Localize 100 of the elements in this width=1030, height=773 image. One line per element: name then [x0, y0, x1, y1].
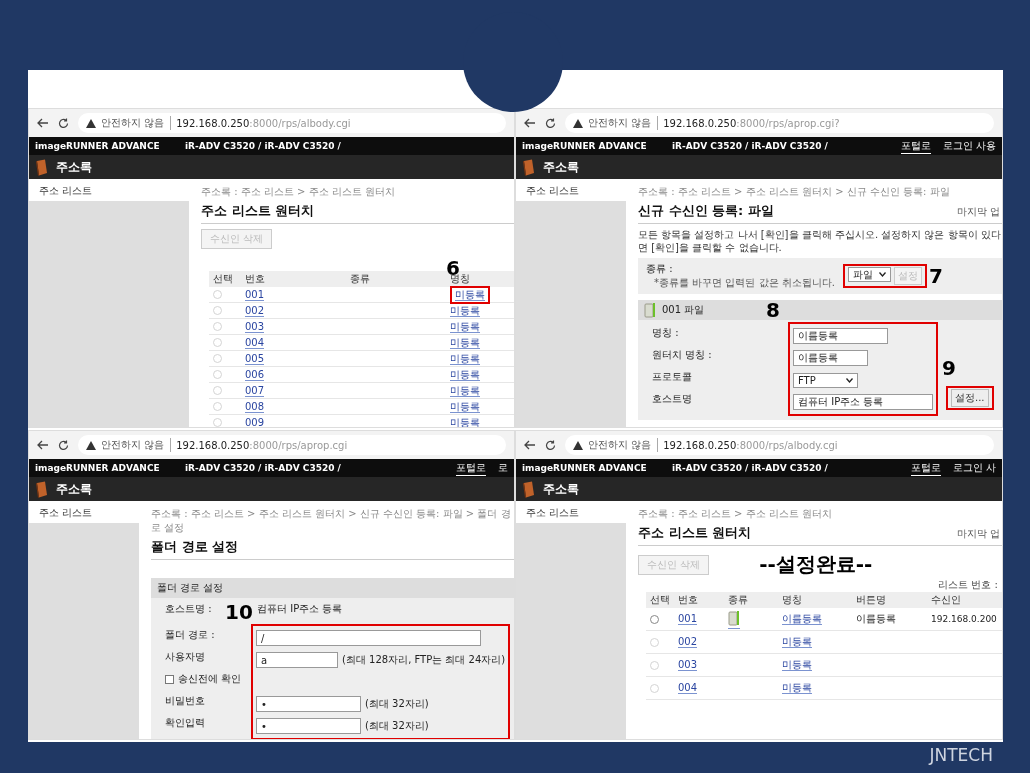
- device-name: iR-ADV C3520 / iR-ADV C3520 /: [185, 141, 341, 151]
- field-label: 종류 :: [646, 262, 674, 276]
- header-link[interactable]: 포털로: [900, 138, 931, 154]
- header-link[interactable]: 로: [498, 460, 508, 476]
- field-label: 확인입력: [165, 716, 205, 730]
- file-entry-link[interactable]: [728, 609, 740, 629]
- sidebar-item[interactable]: 주소 리스트: [516, 179, 626, 201]
- text-field[interactable]: 이름등록: [793, 350, 868, 366]
- breadcrumb: 주소록 : 주소 리스트 > 주소 리스트 원터치: [638, 507, 833, 521]
- header-link[interactable]: 포털로: [910, 460, 941, 476]
- url-text: 192.168.0.250:8000/rps/aprop.cgi: [176, 439, 348, 451]
- page-title: 폴더 경로 설정: [151, 538, 239, 556]
- product-name: imageRUNNER ADVANCE: [522, 141, 648, 151]
- reload-icon[interactable]: [545, 117, 556, 129]
- checkbox-label: 송신전에 확인: [178, 672, 242, 686]
- app-title: 주소록: [56, 158, 92, 176]
- column-header: 선택: [213, 272, 233, 286]
- last-update-label: 마지막 업: [956, 527, 1001, 541]
- field-label: 호스트명 :: [165, 602, 212, 616]
- text-field[interactable]: 컴퓨터 IP주소 등록: [793, 394, 933, 410]
- hint-text: *종류를 바꾸면 입력된 값은 취소됩니다.: [653, 276, 835, 290]
- footer-logo: JNTECH: [929, 745, 993, 765]
- warning-icon: [573, 440, 583, 450]
- field-label: 원터치 명칭 :: [652, 348, 712, 362]
- back-arrow-icon[interactable]: [524, 118, 536, 128]
- file-server-icon: [644, 302, 656, 318]
- settings-button[interactable]: 설정...: [951, 389, 989, 407]
- device-name: iR-ADV C3520 / iR-ADV C3520 /: [672, 141, 828, 151]
- product-name: imageRUNNER ADVANCE: [35, 141, 161, 151]
- radio-button[interactable]: [650, 614, 659, 624]
- column-header: 선택: [650, 593, 670, 607]
- book-icon: [522, 480, 535, 498]
- breadcrumb: 주소록 : 주소 리스트 > 주소 리스트 원터치 > 신규 수신인 등록: 파일: [638, 185, 951, 199]
- column-header: 수신인: [931, 593, 961, 607]
- step-number: 8: [766, 300, 780, 320]
- text-field[interactable]: 이름등록: [793, 328, 888, 344]
- header-link[interactable]: 로그인 사용: [942, 138, 996, 154]
- book-icon: [522, 158, 535, 176]
- book-icon: [35, 480, 48, 498]
- text-field[interactable]: a: [256, 652, 338, 668]
- security-label: 안전하지 않음: [101, 116, 172, 130]
- sidebar-item[interactable]: 주소 리스트: [29, 179, 189, 201]
- header-link[interactable]: 포털로: [456, 460, 486, 476]
- app-title: 주소록: [543, 158, 579, 176]
- reload-icon[interactable]: [58, 439, 69, 451]
- page-title: 주소 리스트 원터치: [201, 202, 315, 220]
- checkbox[interactable]: [165, 674, 174, 684]
- breadcrumb: 주소록 : 주소 리스트 > 주소 리스트 원터치 > 신규 수신인 등록: 파일 > 폴더 경로 설정: [151, 507, 512, 535]
- warning-icon: [573, 118, 583, 128]
- book-icon: [35, 158, 48, 176]
- address-bar[interactable]: 안전하지 않음 192.168.0.250:8000/rps/albody.cgi: [78, 113, 506, 133]
- protocol-dropdown[interactable]: FTP: [793, 372, 858, 388]
- breadcrumb: 주소록 : 주소 리스트 > 주소 리스트 원터치: [201, 185, 396, 199]
- reload-icon[interactable]: [58, 117, 69, 129]
- device-name: iR-ADV C3520 / iR-ADV C3520 /: [672, 463, 828, 473]
- chevron-down-icon: [878, 272, 886, 277]
- instruction-text: 모든 항목을 설정하고 나서 [확인]을 클릭해 주십시오. 설정하지 않은 항목이 있다면 [확인]을 클릭할 수 없습니다.: [638, 228, 1002, 254]
- warning-icon: [86, 118, 96, 128]
- security-label: 안전하지 않음: [588, 438, 659, 452]
- hint-text: (최대 32자리): [365, 719, 429, 733]
- hint-text: (최대 32자리): [365, 697, 429, 711]
- type-dropdown[interactable]: 파일: [847, 267, 891, 282]
- list-number-label: 리스트 번호 :: [938, 579, 998, 590]
- back-arrow-icon[interactable]: [524, 440, 536, 450]
- last-update-label: 마지막 업: [956, 205, 1001, 219]
- app-title: 주소록: [56, 480, 92, 498]
- field-label: 호스트명: [652, 392, 692, 406]
- address-bar[interactable]: 안전하지 않음 192.168.0.250:8000/rps/aprop.cgi?: [565, 113, 994, 133]
- step-number: 9: [942, 358, 956, 378]
- product-name: imageRUNNER ADVANCE: [35, 463, 161, 473]
- password-field[interactable]: •: [256, 696, 361, 712]
- sidebar-item[interactable]: 주소 리스트: [29, 501, 139, 523]
- page-title: 주소 리스트 원터치: [638, 524, 752, 542]
- number-link[interactable]: 001: [678, 613, 698, 625]
- name-link[interactable]: 이름등록: [782, 613, 822, 625]
- file-server-icon: [728, 609, 740, 626]
- url-text: 192.168.0.250:8000/rps/aprop.cgi?: [663, 117, 840, 129]
- reload-icon[interactable]: [545, 439, 556, 451]
- app-title: 주소록: [543, 480, 579, 498]
- field-label: 명칭 :: [652, 326, 679, 340]
- address-bar[interactable]: 안전하지 않음 192.168.0.250:8000/rps/albody.cgi: [565, 435, 994, 455]
- sidebar-item[interactable]: 주소 리스트: [516, 501, 626, 523]
- security-label: 안전하지 않음: [101, 438, 172, 452]
- header-link[interactable]: 로그인 사: [952, 460, 996, 476]
- section-title: 폴더 경로 설정: [157, 581, 224, 595]
- column-header: 번호: [678, 593, 698, 607]
- password-field[interactable]: •: [256, 718, 361, 734]
- column-header: 종류: [350, 272, 370, 286]
- section-title: 001 파일: [662, 303, 705, 317]
- field-label: 폴더 경로 :: [165, 628, 215, 642]
- back-arrow-icon[interactable]: [37, 118, 49, 128]
- back-arrow-icon[interactable]: [37, 440, 49, 450]
- address-bar[interactable]: 안전하지 않음 192.168.0.250:8000/rps/aprop.cgi: [78, 435, 506, 455]
- text-field[interactable]: /: [256, 630, 481, 646]
- url-text: 192.168.0.250:8000/rps/albody.cgi: [663, 439, 838, 451]
- device-name: iR-ADV C3520 / iR-ADV C3520 /: [185, 463, 341, 473]
- url-text: 192.168.0.250:8000/rps/albody.cgi: [176, 117, 351, 129]
- column-header: 버튼명: [856, 593, 886, 607]
- product-name: imageRUNNER ADVANCE: [522, 463, 648, 473]
- step-number: 10: [225, 602, 253, 622]
